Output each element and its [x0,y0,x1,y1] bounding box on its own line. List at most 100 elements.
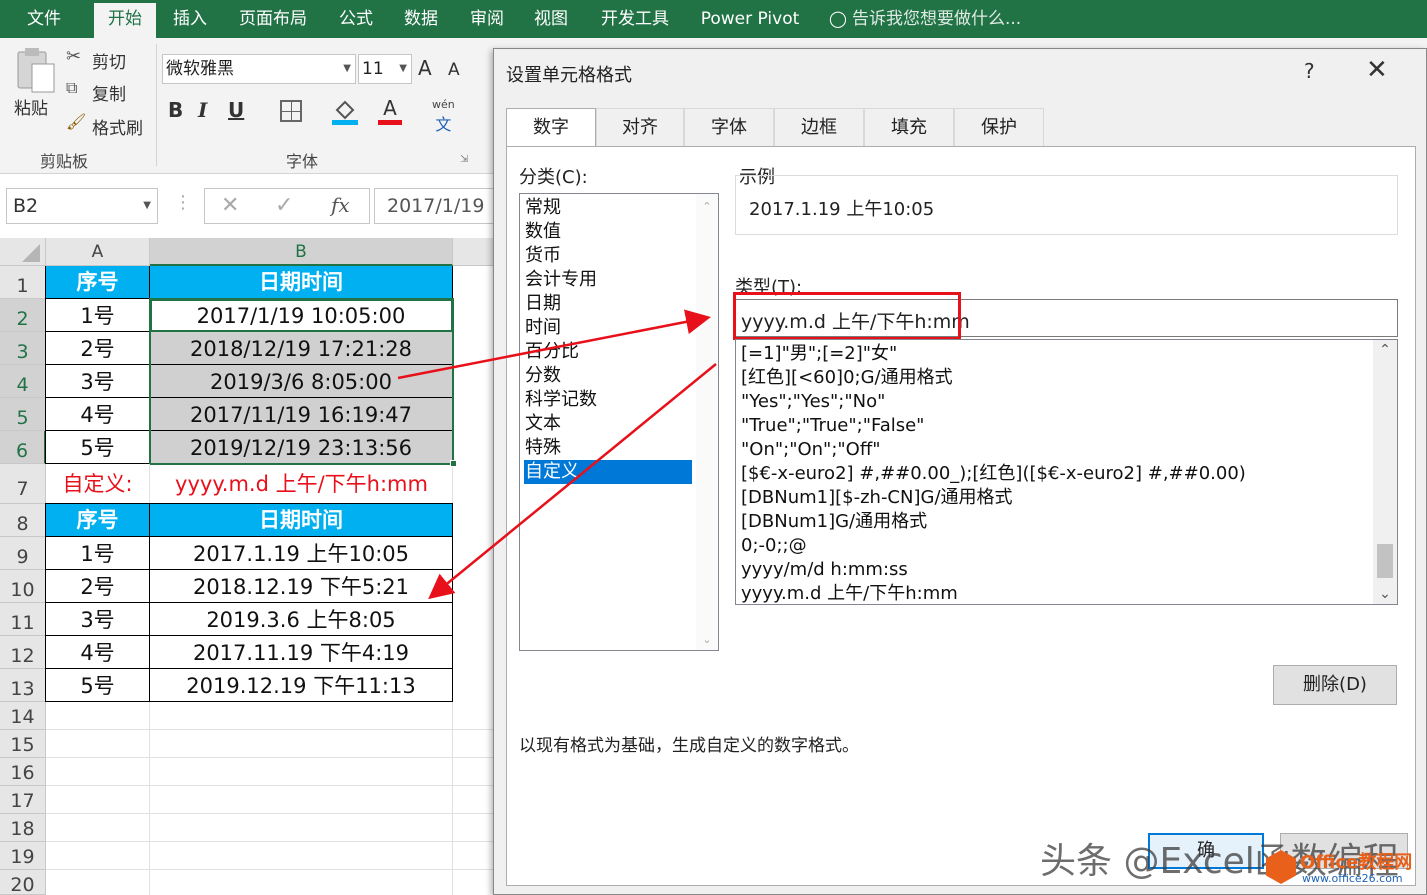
col-header-b[interactable]: B [150,238,453,266]
row-header[interactable]: 1 [0,266,46,299]
shrink-font-icon[interactable]: A [448,60,460,80]
category-list[interactable]: 常规 数值 货币 会计专用 日期 时间 百分比 分数 科学记数 文本 特殊 自定… [519,193,719,651]
list-item[interactable]: 会计专用 [524,268,692,292]
cancel-icon[interactable]: ✕ [221,193,239,218]
row-header[interactable]: 11 [0,603,46,636]
insert-function-icon[interactable]: fx [331,193,350,217]
tab-file[interactable]: 文件 [10,0,78,38]
tab-font[interactable]: 字体 [684,108,774,146]
border-icon[interactable] [280,100,302,122]
tab-number[interactable]: 数字 [506,108,596,148]
row-header[interactable]: 16 [0,758,46,786]
table-cell[interactable]: 1号 [46,537,150,570]
table-cell[interactable]: 3号 [46,603,150,636]
table-cell[interactable]: 4号 [46,636,150,669]
list-item[interactable]: 分数 [524,364,692,388]
row-header[interactable]: 19 [0,842,46,870]
enter-icon[interactable]: ✓ [275,193,293,218]
list-item[interactable]: 日期 [524,292,692,316]
delete-button[interactable]: 删除(D) [1273,665,1397,705]
row-header[interactable]: 8 [0,504,46,537]
row-header[interactable]: 7 [0,464,46,504]
list-item-selected[interactable]: 自定义 [524,460,692,484]
table-cell[interactable]: 2018.12.19 下午5:21 [150,570,453,603]
font-color-icon[interactable]: A [378,96,402,126]
scroll-up-icon[interactable]: ⌃ [696,200,718,213]
custom-format-cell[interactable]: yyyy.m.d 上午/下午h:mm [150,464,453,504]
row-header[interactable]: 10 [0,570,46,603]
paste-icon[interactable] [14,46,56,94]
cut-button[interactable]: 剪切 [92,48,126,73]
tab-home[interactable]: 开始 [94,0,156,38]
select-all-corner[interactable] [0,238,46,266]
table-cell[interactable]: 2018/12/19 17:21:28 [150,332,453,365]
row-header[interactable]: 4 [0,365,46,398]
table-cell[interactable]: 2019.3.6 上午8:05 [150,603,453,636]
font-name-select[interactable]: 微软雅黑 ▼ [162,54,356,84]
scroll-down-icon[interactable]: ⌄ [1373,586,1397,602]
table-cell[interactable]: 2号 [46,332,150,365]
tab-developer[interactable]: 开发工具 [588,0,682,38]
row-header[interactable]: 18 [0,814,46,842]
list-item[interactable]: 文本 [524,412,692,436]
table-header-cell[interactable]: 日期时间 [150,266,453,299]
tab-alignment[interactable]: 对齐 [596,108,684,146]
row-header[interactable]: 2 [0,299,46,332]
table-cell[interactable]: 4号 [46,398,150,431]
row-header[interactable]: 15 [0,730,46,758]
grow-font-icon[interactable]: A [418,56,432,80]
format-scrollbar[interactable]: ⌃ ⌄ [1373,340,1397,604]
table-cell[interactable]: 2019/12/19 23:13:56 [150,431,453,464]
row-header[interactable]: 14 [0,702,46,730]
row-header[interactable]: 17 [0,786,46,814]
underline-button[interactable]: U [228,98,244,122]
font-size-select[interactable]: 11 ▼ [358,54,412,84]
tab-fill[interactable]: 填充 [864,108,954,146]
table-cell[interactable]: 2017/11/19 16:19:47 [150,398,453,431]
bold-button[interactable]: B [168,98,183,122]
row-header[interactable]: 13 [0,669,46,702]
phonetic-icon[interactable]: wén 文 [432,98,455,135]
table-header-cell[interactable]: 序号 [46,266,150,299]
list-item[interactable]: 货币 [524,244,692,268]
active-cell[interactable]: 2017/1/19 10:05:00 [150,299,453,332]
table-cell[interactable]: 2019/3/6 8:05:00 [150,365,453,398]
col-header-c[interactable] [453,238,493,266]
table-cell[interactable]: 2019.12.19 下午11:13 [150,669,453,702]
scroll-up-icon[interactable]: ⌃ [1373,342,1397,358]
name-box[interactable]: B2 ▼ [6,188,158,224]
list-item[interactable]: 常规 [524,196,692,220]
table-cell[interactable]: 5号 [46,431,150,464]
row-header[interactable]: 5 [0,398,46,431]
formula-input[interactable]: 2017/1/19 [374,188,504,224]
row-header[interactable]: 3 [0,332,46,365]
category-scrollbar[interactable]: ⌃ ⌄ [696,194,718,650]
format-list[interactable]: [=1]"男";[=2]"女" [红色][<60]0;G/通用格式 "Yes";… [735,339,1398,605]
scroll-down-icon[interactable]: ⌄ [696,633,718,646]
row-header[interactable]: 12 [0,636,46,669]
table-cell[interactable]: 2017.1.19 上午10:05 [150,537,453,570]
help-button[interactable]: ? [1304,59,1315,83]
dialog-launcher-icon[interactable]: ⇲ [460,154,468,165]
list-item[interactable]: "Yes";"Yes";"No" [741,390,885,414]
list-item[interactable]: yyyy.m.d 上午/下午h:mm [741,582,958,604]
copy-button[interactable]: 复制 [92,80,126,105]
list-item[interactable]: "On";"On";"Off" [741,438,881,462]
tab-power-pivot[interactable]: Power Pivot [690,0,810,38]
list-item[interactable]: 0;-0;;@ [741,534,807,558]
italic-button[interactable]: I [198,98,207,122]
list-item[interactable]: 科学记数 [524,388,692,412]
custom-label-cell[interactable]: 自定义: [46,464,150,504]
row-header[interactable]: 20 [0,870,46,895]
table-cell[interactable]: 3号 [46,365,150,398]
list-item[interactable]: "True";"True";"False" [741,414,924,438]
tell-me-box[interactable]: 告诉我您想要做什么... [852,0,1032,38]
table-cell[interactable]: 2号 [46,570,150,603]
tab-formulas[interactable]: 公式 [326,0,386,38]
table-header-cell[interactable]: 日期时间 [150,504,453,537]
format-painter-button[interactable]: 格式刷 [92,114,143,139]
list-item[interactable]: yyyy/m/d h:mm:ss [741,558,908,582]
table-cell[interactable]: 1号 [46,299,150,332]
scroll-thumb[interactable] [1377,544,1393,578]
row-header[interactable]: 6 [0,431,46,464]
